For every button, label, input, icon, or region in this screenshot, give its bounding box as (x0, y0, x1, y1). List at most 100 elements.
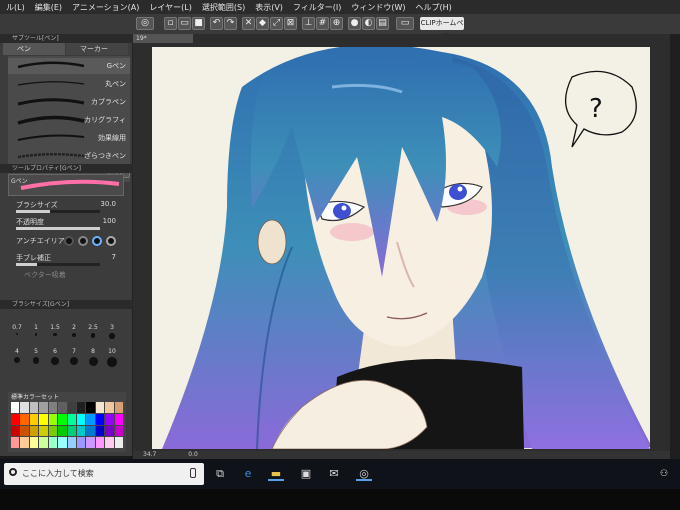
color-swatch[interactable] (48, 402, 58, 413)
color-swatch[interactable] (76, 402, 86, 413)
new-file-icon[interactable]: ▫ (164, 17, 177, 30)
color-icon[interactable]: ● (348, 17, 361, 30)
antialias-strong-option[interactable] (106, 236, 116, 246)
brush-size-preset[interactable]: 1.5 (46, 324, 64, 346)
color-swatch[interactable] (58, 437, 67, 448)
antialias-weak-option[interactable] (78, 236, 88, 246)
color-swatch[interactable] (95, 425, 105, 437)
brush-size-preset[interactable]: 3 (103, 324, 121, 346)
color-swatch[interactable] (67, 425, 76, 437)
color-swatch[interactable] (58, 413, 67, 425)
opacity-slider[interactable] (16, 227, 100, 230)
microphone-icon[interactable] (190, 468, 196, 478)
color-swatch[interactable] (76, 413, 86, 425)
mail-icon[interactable]: ✉ (326, 466, 342, 482)
brush-size-preset[interactable]: 8 (84, 348, 102, 370)
menu-view[interactable]: 表示(V) (255, 2, 283, 13)
color-swatch[interactable] (86, 402, 95, 413)
color-swatch[interactable] (95, 402, 105, 413)
color-swatch[interactable] (39, 425, 48, 437)
color-swatch[interactable] (29, 425, 39, 437)
file-explorer-icon[interactable]: ▬ (268, 466, 284, 482)
color-swatch[interactable] (95, 413, 105, 425)
color-swatch[interactable] (20, 425, 29, 437)
color-swatch[interactable] (20, 402, 29, 413)
menu-edit[interactable]: 編集(E) (35, 2, 62, 13)
color-swatch[interactable] (39, 413, 48, 425)
open-folder-icon[interactable]: ▭ (178, 17, 191, 30)
color-swatch[interactable] (114, 437, 123, 448)
color-swatch[interactable] (86, 413, 95, 425)
deselect-icon[interactable]: ⊠ (284, 17, 297, 30)
color-swatch[interactable] (48, 413, 58, 425)
menu-selection[interactable]: 選択範囲(S) (202, 2, 245, 13)
menu-animation[interactable]: アニメーション(A) (72, 2, 139, 13)
color-swatch[interactable] (29, 402, 39, 413)
brush-size-preset[interactable]: 1 (27, 324, 45, 346)
stabilize-row[interactable]: 手ブレ補正 7 (8, 253, 126, 267)
illustration-canvas[interactable]: ? (152, 47, 650, 449)
color-swatch[interactable] (58, 425, 67, 437)
menu-file[interactable]: ル(L) (6, 2, 25, 13)
undo-icon[interactable]: ↶ (210, 17, 223, 30)
color-swatch[interactable] (29, 413, 39, 425)
brush-item-gpen[interactable]: Gペン (8, 58, 130, 74)
clip-home-button[interactable]: CLIPホームページ (420, 17, 464, 40)
color-swatch[interactable] (86, 425, 95, 437)
brush-item-effect-line[interactable]: 効果線用 (8, 130, 130, 146)
vector-row[interactable]: ベクター吸着 (8, 270, 126, 284)
color-swatch[interactable] (11, 425, 20, 437)
edge-browser-icon[interactable]: e (240, 466, 256, 482)
opacity-row[interactable]: 不透明度 100 (8, 217, 126, 231)
brush-size-row[interactable]: ブラシサイズ 30.0 (8, 200, 126, 214)
redo-icon[interactable]: ↷ (224, 17, 237, 30)
brush-size-slider[interactable] (16, 210, 100, 213)
color-swatch[interactable] (114, 402, 123, 413)
snap-ruler-icon[interactable]: ⊥ (302, 17, 315, 30)
antialias-medium-option[interactable] (92, 236, 102, 246)
color-swatch[interactable] (105, 402, 114, 413)
snap-perspective-icon[interactable]: ⊕ (330, 17, 343, 30)
clip-studio-taskbar-icon[interactable]: ◎ (356, 466, 372, 482)
brush-size-preset[interactable]: 2.5 (84, 324, 102, 346)
brush-item-calligraphy[interactable]: カリグラフィ (8, 112, 130, 128)
menu-window[interactable]: ウィンドウ(W) (351, 2, 405, 13)
menu-help[interactable]: ヘルプ(H) (416, 2, 452, 13)
brush-size-preset[interactable]: 2 (65, 324, 83, 346)
color-swatch[interactable] (11, 413, 20, 425)
clear-icon[interactable]: ✕ (242, 17, 255, 30)
color-swatch[interactable] (76, 425, 86, 437)
people-icon[interactable]: ⚇ (656, 466, 672, 482)
color-swatch[interactable] (67, 437, 76, 448)
menu-layer[interactable]: レイヤー(L) (149, 2, 191, 13)
color-swatch[interactable] (105, 425, 114, 437)
color-swatch[interactable] (114, 425, 123, 437)
color-swatch[interactable] (105, 413, 114, 425)
color-swatch[interactable] (67, 402, 76, 413)
save-icon[interactable]: ■ (192, 17, 205, 30)
color-swatch[interactable] (48, 437, 58, 448)
antialias-none-option[interactable] (64, 236, 74, 246)
color-swatch[interactable] (95, 437, 105, 448)
tab-pen[interactable]: ペン (3, 43, 65, 55)
brush-size-preset[interactable]: 10 (103, 348, 121, 370)
color-swatch[interactable] (11, 402, 20, 413)
stabilize-slider[interactable] (16, 263, 100, 266)
display-menu-icon[interactable]: ▭ (396, 17, 414, 30)
brush-size-preset[interactable]: 4 (8, 348, 26, 370)
brush-item-maru[interactable]: 丸ペン (8, 76, 130, 92)
store-icon[interactable]: ▣ (298, 466, 314, 482)
brush-size-preset[interactable]: 0.7 (8, 324, 26, 346)
transform-icon[interactable]: ⤢ (270, 17, 283, 30)
brush-item-rough[interactable]: ざらつきペン (8, 148, 130, 164)
clip-studio-icon[interactable]: ◎ (136, 17, 154, 30)
palette-icon[interactable]: ▤ (376, 17, 389, 30)
brush-size-preset[interactable]: 6 (46, 348, 64, 370)
color-swatch[interactable] (29, 437, 39, 448)
color-swatch[interactable] (11, 437, 20, 448)
color-swatch[interactable] (105, 437, 114, 448)
color-swatch[interactable] (20, 437, 29, 448)
brush-size-preset[interactable]: 7 (65, 348, 83, 370)
fill-icon[interactable]: ◆ (256, 17, 269, 30)
color-swatch[interactable] (76, 437, 86, 448)
